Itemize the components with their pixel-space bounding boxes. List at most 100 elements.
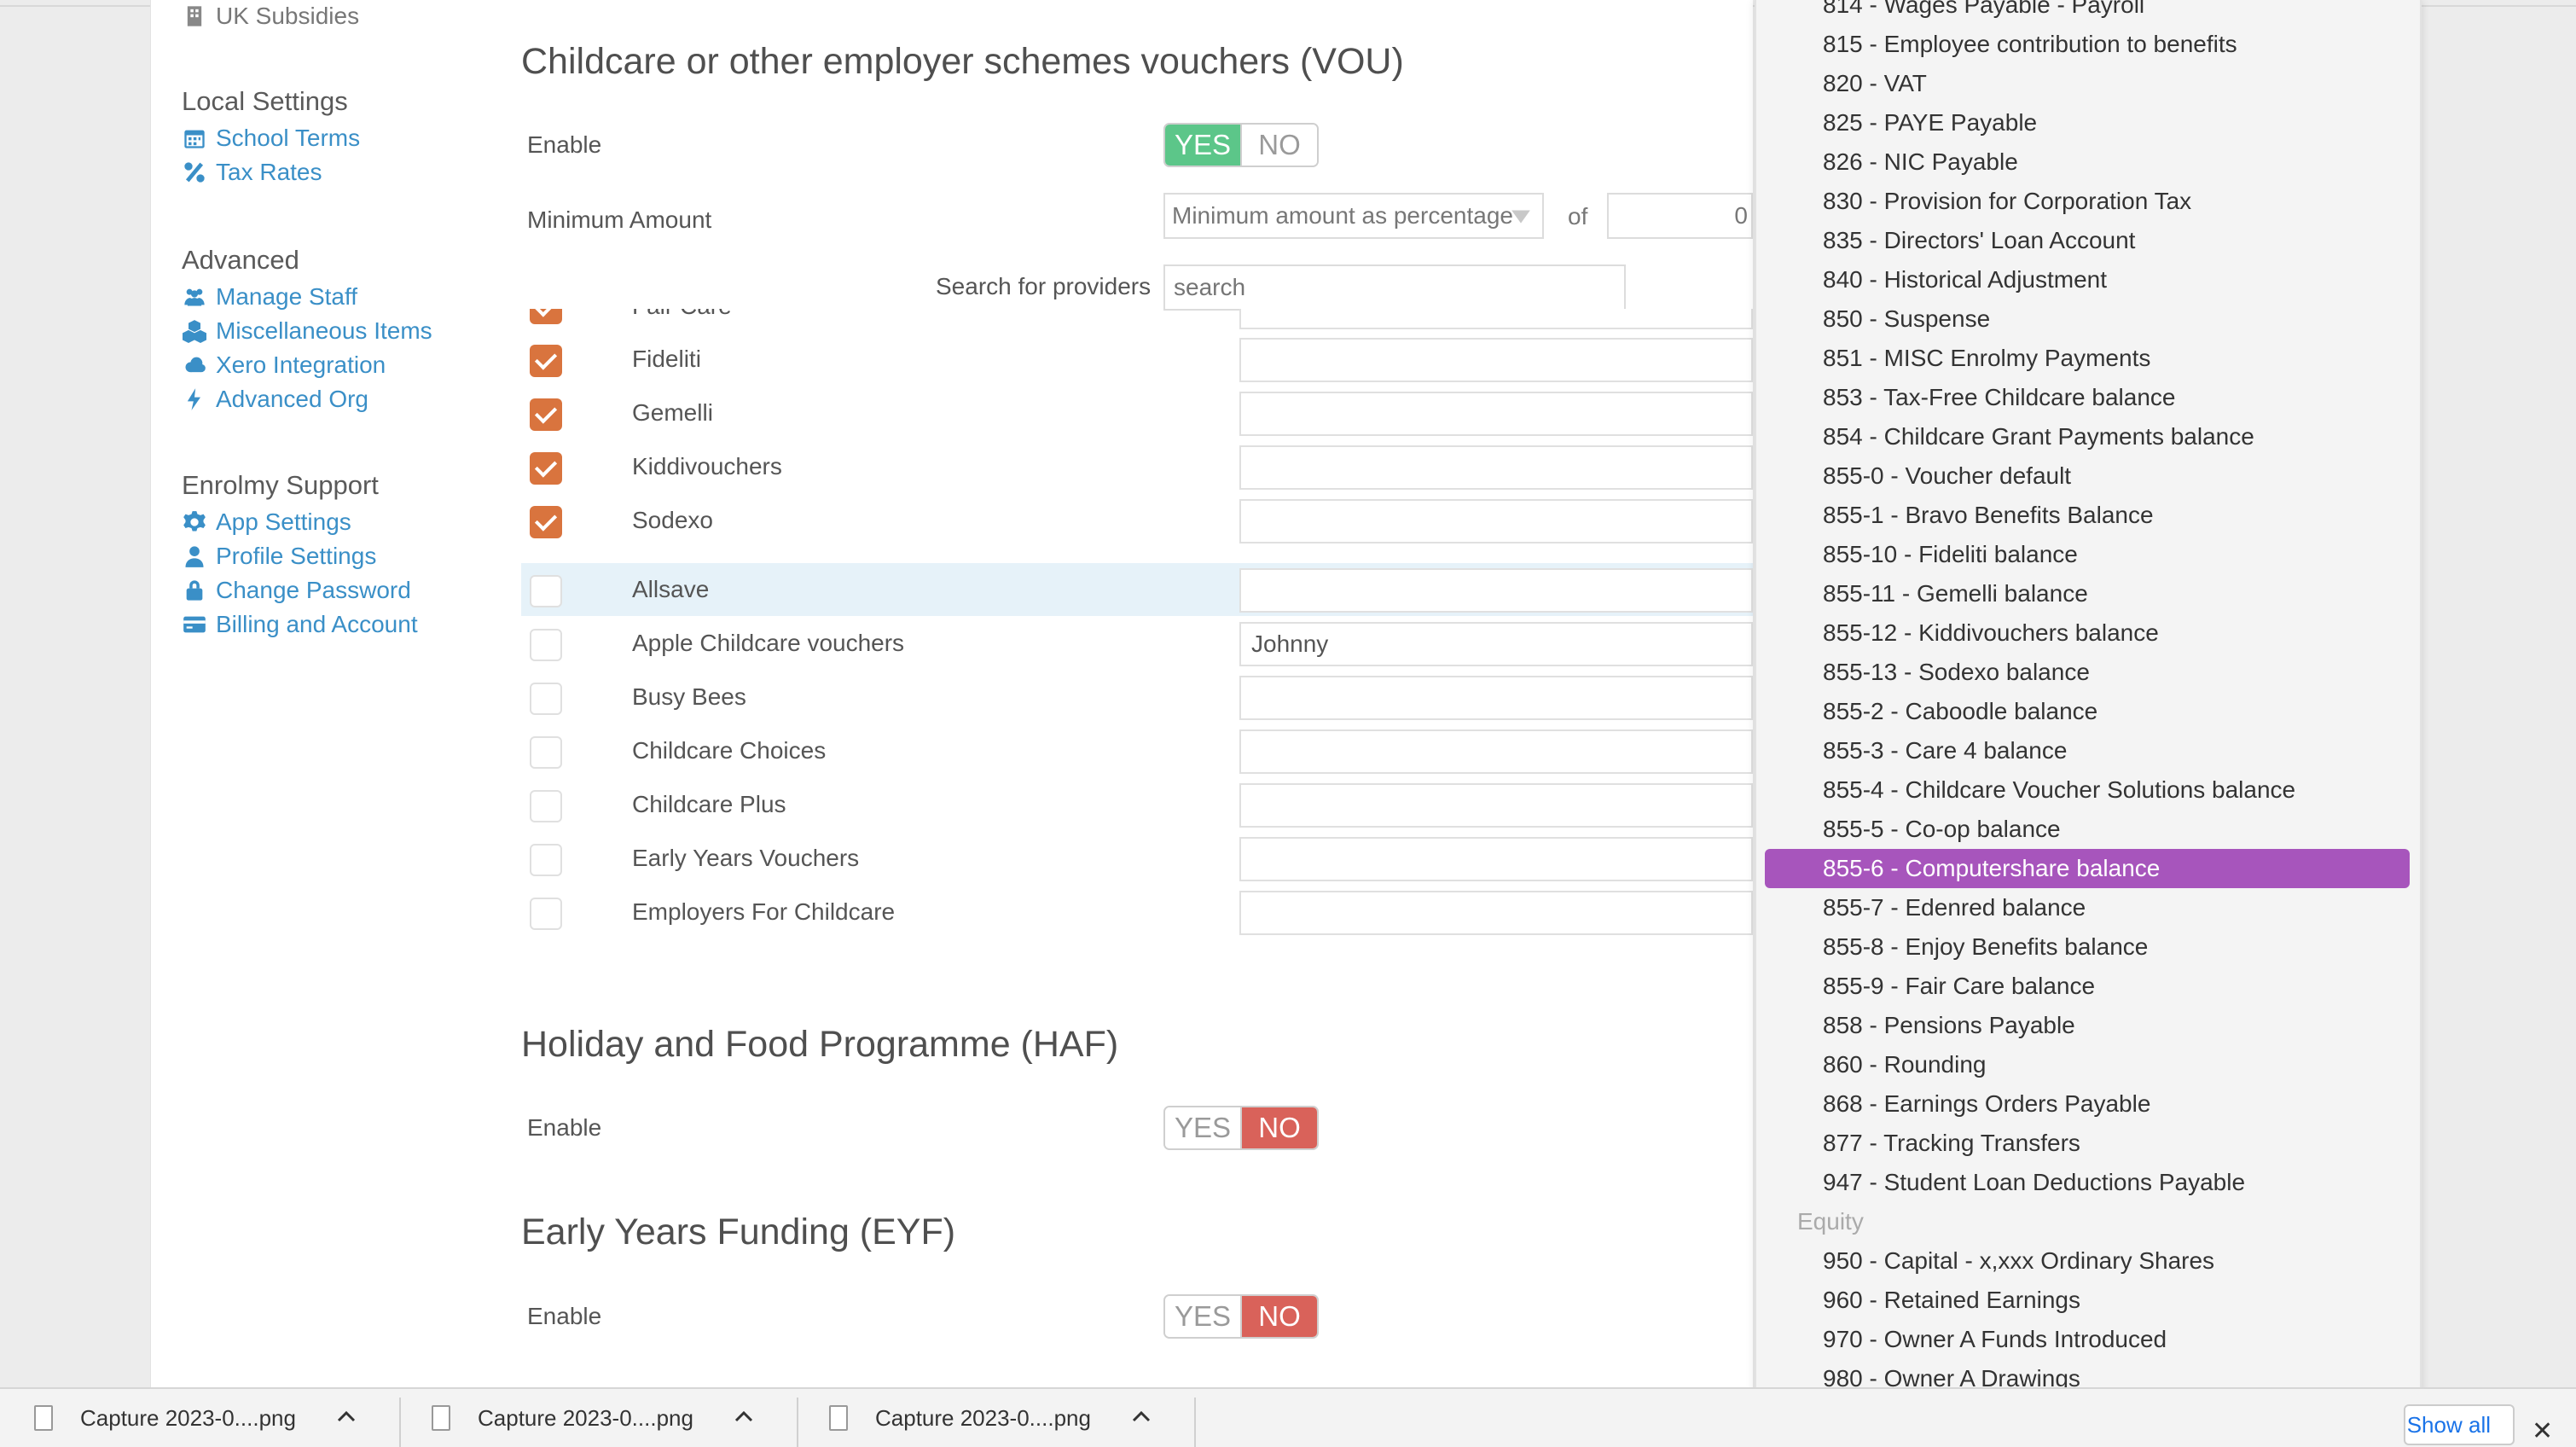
provider-input[interactable] bbox=[1239, 891, 1753, 935]
sidebar-item-label: Advanced Org bbox=[216, 386, 368, 412]
eyf-toggle-yes[interactable]: YES bbox=[1165, 1296, 1240, 1337]
search-providers-input[interactable] bbox=[1163, 264, 1626, 311]
dropdown-option[interactable]: 960 - Retained Earnings bbox=[1823, 1285, 2080, 1316]
provider-checkbox[interactable] bbox=[530, 452, 562, 485]
dropdown-option[interactable]: 855-9 - Fair Care balance bbox=[1823, 971, 2095, 1002]
sidebar-item-xero-integration[interactable]: Xero Integration bbox=[182, 348, 432, 382]
vou-toggle-yes[interactable]: YES bbox=[1165, 125, 1240, 166]
minimum-amount-input[interactable]: 0 bbox=[1607, 193, 1753, 239]
provider-name: Early Years Vouchers bbox=[632, 845, 860, 871]
sidebar-item-billing-and-account[interactable]: Billing and Account bbox=[182, 607, 418, 642]
dropdown-option[interactable]: 851 - MISC Enrolmy Payments bbox=[1823, 343, 2150, 374]
provider-input[interactable] bbox=[1239, 499, 1753, 543]
eyf-enable-toggle[interactable]: YES NO bbox=[1163, 1294, 1319, 1339]
percent-icon bbox=[182, 160, 207, 185]
chevron-up-icon[interactable] bbox=[734, 1410, 753, 1427]
minimum-amount-select[interactable]: Minimum amount as percentage bbox=[1163, 193, 1544, 239]
dropdown-option[interactable]: 815 - Employee contribution to benefits bbox=[1823, 29, 2237, 60]
dropdown-option[interactable]: 877 - Tracking Transfers bbox=[1823, 1128, 2080, 1159]
sidebar-item-miscellaneous-items[interactable]: Miscellaneous Items bbox=[182, 314, 432, 348]
dropdown-option[interactable]: 825 - PAYE Payable bbox=[1823, 108, 2037, 138]
dropdown-option[interactable]: 820 - VAT bbox=[1823, 68, 1927, 99]
provider-checkbox[interactable] bbox=[530, 506, 562, 538]
vou-enable-toggle[interactable]: YES NO bbox=[1163, 123, 1319, 167]
provider-checkbox[interactable] bbox=[530, 629, 562, 661]
vou-toggle-no[interactable]: NO bbox=[1242, 125, 1317, 166]
dropdown-option[interactable]: 814 - Wages Payable - Payroll bbox=[1823, 0, 2144, 20]
dropdown-option[interactable]: 855-10 - Fideliti balance bbox=[1823, 539, 2078, 570]
sidebar-item-change-password[interactable]: Change Password bbox=[182, 573, 418, 607]
provider-checkbox[interactable] bbox=[530, 345, 562, 377]
dropdown-option[interactable]: 855-7 - Edenred balance bbox=[1823, 892, 2086, 923]
dropdown-option[interactable]: 826 - NIC Payable bbox=[1823, 147, 2018, 177]
dropdown-option[interactable]: 858 - Pensions Payable bbox=[1823, 1010, 2075, 1041]
sidebar-item-app-settings[interactable]: App Settings bbox=[182, 505, 418, 539]
provider-checkbox[interactable] bbox=[530, 736, 562, 769]
provider-checkbox[interactable] bbox=[530, 683, 562, 715]
sidebar-item-profile-settings[interactable]: Profile Settings bbox=[182, 539, 418, 573]
provider-input[interactable] bbox=[1239, 338, 1753, 382]
download-divider bbox=[399, 1398, 401, 1447]
provider-input[interactable] bbox=[1239, 309, 1753, 329]
chevron-up-icon[interactable] bbox=[337, 1410, 356, 1427]
sidebar-item-label: App Settings bbox=[216, 508, 351, 535]
provider-input[interactable] bbox=[1239, 392, 1753, 436]
dropdown-option[interactable]: 855-1 - Bravo Benefits Balance bbox=[1823, 500, 2154, 531]
sidebar-item-tax-rates[interactable]: Tax Rates bbox=[182, 155, 360, 189]
provider-checkbox[interactable] bbox=[530, 898, 562, 930]
provider-input[interactable] bbox=[1239, 568, 1753, 613]
download-item[interactable]: Capture 2023-0....png bbox=[34, 1389, 356, 1447]
provider-input[interactable] bbox=[1239, 729, 1753, 774]
provider-checkbox[interactable] bbox=[530, 575, 562, 607]
sidebar-item-manage-staff[interactable]: Manage Staff bbox=[182, 280, 432, 314]
provider-checkbox[interactable] bbox=[530, 309, 562, 324]
dropdown-option[interactable]: 855-12 - Kiddivouchers balance bbox=[1823, 618, 2159, 648]
download-item[interactable]: Capture 2023-0....png bbox=[432, 1389, 753, 1447]
chevron-up-icon[interactable] bbox=[1132, 1410, 1151, 1427]
provider-input[interactable] bbox=[1239, 445, 1753, 490]
dropdown-option[interactable]: 855-13 - Sodexo balance bbox=[1823, 657, 2090, 688]
dropdown-option[interactable]: 855-3 - Care 4 balance bbox=[1823, 735, 2067, 766]
provider-input[interactable]: Johnny bbox=[1239, 622, 1753, 666]
haf-toggle-no[interactable]: NO bbox=[1242, 1107, 1317, 1148]
show-all-downloads-button[interactable]: Show all bbox=[2404, 1404, 2515, 1445]
dropdown-option[interactable]: 950 - Capital - x,xxx Ordinary Shares bbox=[1823, 1246, 2214, 1276]
dropdown-option[interactable]: 855-11 - Gemelli balance bbox=[1823, 578, 2088, 609]
sidebar-item-advanced-org[interactable]: Advanced Org bbox=[182, 382, 432, 416]
dropdown-option[interactable]: 853 - Tax-Free Childcare balance bbox=[1823, 382, 2175, 413]
haf-enable-toggle[interactable]: YES NO bbox=[1163, 1106, 1319, 1150]
dropdown-option[interactable]: 855-5 - Co-op balance bbox=[1823, 814, 2061, 845]
dropdown-option[interactable]: 970 - Owner A Funds Introduced bbox=[1823, 1324, 2167, 1355]
provider-input[interactable] bbox=[1239, 783, 1753, 828]
dropdown-option[interactable]: 855-2 - Caboodle balance bbox=[1823, 696, 2097, 727]
dropdown-option[interactable]: 868 - Earnings Orders Payable bbox=[1823, 1089, 2150, 1119]
dropdown-option[interactable]: 860 - Rounding bbox=[1823, 1049, 1986, 1080]
dropdown-option[interactable]: 850 - Suspense bbox=[1823, 304, 1990, 334]
download-divider bbox=[1194, 1398, 1196, 1447]
provider-checkbox[interactable] bbox=[530, 790, 562, 822]
provider-input[interactable] bbox=[1239, 676, 1753, 720]
close-icon[interactable]: ✕ bbox=[2532, 1416, 2553, 1446]
eyf-toggle-no[interactable]: NO bbox=[1242, 1296, 1317, 1337]
dropdown-option[interactable]: 855-4 - Childcare Voucher Solutions bala… bbox=[1823, 775, 2295, 805]
sidebar-item-school-terms[interactable]: School Terms bbox=[182, 121, 360, 155]
haf-enable-label: Enable bbox=[527, 1114, 602, 1141]
main-content: Childcare or other employer schemes vouc… bbox=[489, 0, 1753, 1387]
provider-name: Apple Childcare vouchers bbox=[632, 630, 905, 656]
provider-input[interactable] bbox=[1239, 837, 1753, 881]
dropdown-option[interactable]: 830 - Provision for Corporation Tax bbox=[1823, 186, 2191, 217]
dropdown-option[interactable]: 840 - Historical Adjustment bbox=[1823, 264, 2107, 295]
dropdown-option[interactable]: 947 - Student Loan Deductions Payable bbox=[1823, 1167, 2245, 1198]
dropdown-option[interactable]: 855-8 - Enjoy Benefits balance bbox=[1823, 932, 2148, 962]
account-dropdown-list[interactable]: 814 - Wages Payable - Payroll 815 - Emplo… bbox=[1755, 0, 2422, 1445]
haf-toggle-yes[interactable]: YES bbox=[1165, 1107, 1240, 1148]
provider-checkbox[interactable] bbox=[530, 844, 562, 876]
file-icon bbox=[432, 1405, 450, 1431]
dropdown-option[interactable]: 835 - Directors' Loan Account bbox=[1823, 225, 2135, 256]
dropdown-option[interactable]: 855-0 - Voucher default bbox=[1823, 461, 2071, 491]
dropdown-option-selected[interactable]: 855-6 - Computershare balance bbox=[1823, 853, 2160, 884]
download-item[interactable]: Capture 2023-0....png bbox=[829, 1389, 1151, 1447]
dropdown-option[interactable]: 854 - Childcare Grant Payments balance bbox=[1823, 421, 2254, 452]
sidebar-item-uk-subsidies[interactable]: UK Subsidies bbox=[182, 0, 359, 32]
provider-checkbox[interactable] bbox=[530, 398, 562, 431]
